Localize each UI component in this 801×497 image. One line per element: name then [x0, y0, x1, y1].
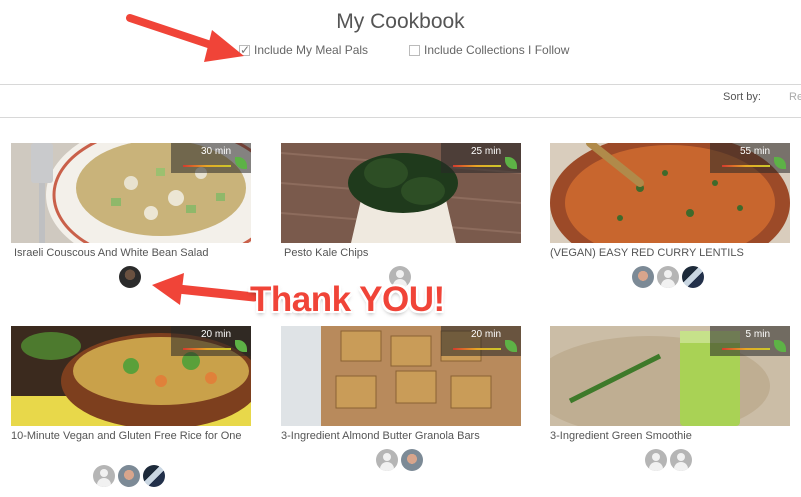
recipe-card[interactable]: 5 min 3-Ingredient Green Smoothie [550, 326, 790, 444]
thank-you-annotation: Thank YOU! [250, 280, 445, 319]
cook-time: 20 min [200, 329, 231, 340]
meal-pal-avatars [632, 266, 704, 288]
sort-label: Sort by: [723, 91, 761, 103]
sort-control[interactable]: Sort by: Re [723, 91, 801, 103]
difficulty-bar [722, 165, 770, 167]
recipe-title[interactable]: Pesto Kale Chips [281, 245, 521, 261]
avatar[interactable] [119, 266, 141, 288]
recipe-image[interactable]: 20 min [11, 326, 251, 426]
sort-select[interactable]: Re [789, 91, 801, 103]
cook-time-badge: 5 min [710, 326, 790, 356]
difficulty-bar [453, 348, 501, 350]
cook-time-badge: 20 min [441, 326, 521, 356]
vegan-leaf-icon [774, 157, 786, 169]
recipe-title[interactable]: 3-Ingredient Almond Butter Granola Bars [281, 428, 521, 444]
divider [0, 84, 801, 85]
recipe-image[interactable]: 20 min [281, 326, 521, 426]
meal-pal-avatars [93, 465, 165, 487]
avatar[interactable] [645, 449, 667, 471]
cook-time-badge: 55 min [710, 143, 790, 173]
recipe-card[interactable]: 20 min 3-Ingredient Almond Butter Granol… [281, 326, 521, 444]
difficulty-bar [183, 348, 231, 350]
recipe-image[interactable]: 55 min [550, 143, 790, 243]
recipe-title[interactable]: (VEGAN) EASY RED CURRY LENTILS [550, 245, 790, 261]
cook-time: 20 min [470, 329, 501, 340]
avatar[interactable] [118, 465, 140, 487]
checkbox-unchecked-icon[interactable] [409, 44, 420, 56]
recipe-card[interactable]: 20 min 10-Minute Vegan and Gluten Free R… [11, 326, 251, 444]
vegan-leaf-icon [235, 340, 247, 352]
vegan-leaf-icon [505, 340, 517, 352]
meal-pal-avatars [119, 266, 141, 288]
avatar[interactable] [143, 465, 165, 487]
avatar[interactable] [670, 449, 692, 471]
cook-time: 55 min [739, 146, 770, 157]
annotation-arrow-icon [126, 14, 244, 62]
avatar[interactable] [632, 266, 654, 288]
cook-time: 25 min [470, 146, 501, 157]
cook-time: 30 min [200, 146, 231, 157]
recipe-title[interactable]: 10-Minute Vegan and Gluten Free Rice for… [11, 428, 251, 444]
difficulty-bar [453, 165, 501, 167]
cook-time-badge: 20 min [171, 326, 251, 356]
annotation-arrow-icon [152, 273, 259, 305]
recipe-card[interactable]: 30 min Israeli Couscous And White Bean S… [11, 143, 251, 261]
recipe-image[interactable]: 30 min [11, 143, 251, 243]
vegan-leaf-icon [774, 340, 786, 352]
avatar[interactable] [682, 266, 704, 288]
recipe-title[interactable]: Israeli Couscous And White Bean Salad [11, 245, 251, 261]
vegan-leaf-icon [235, 157, 247, 169]
include-meal-pals-label: Include My Meal Pals [254, 43, 369, 57]
avatar[interactable] [401, 449, 423, 471]
recipe-title[interactable]: 3-Ingredient Green Smoothie [550, 428, 790, 444]
include-collections-checkbox[interactable]: Include Collections I Follow [409, 43, 569, 57]
difficulty-bar [722, 348, 770, 350]
cook-time: 5 min [745, 329, 770, 340]
difficulty-bar [183, 165, 231, 167]
divider [0, 117, 801, 118]
vegan-leaf-icon [505, 157, 517, 169]
include-collections-label: Include Collections I Follow [424, 43, 570, 57]
cook-time-badge: 30 min [171, 143, 251, 173]
cook-time-badge: 25 min [441, 143, 521, 173]
recipe-card[interactable]: 55 min (VEGAN) EASY RED CURRY LENTILS [550, 143, 790, 261]
recipe-image[interactable]: 5 min [550, 326, 790, 426]
meal-pal-avatars [645, 449, 692, 471]
avatar[interactable] [93, 465, 115, 487]
recipe-card[interactable]: 25 min Pesto Kale Chips [281, 143, 521, 261]
avatar[interactable] [376, 449, 398, 471]
meal-pal-avatars [376, 449, 423, 471]
recipe-image[interactable]: 25 min [281, 143, 521, 243]
avatar[interactable] [657, 266, 679, 288]
